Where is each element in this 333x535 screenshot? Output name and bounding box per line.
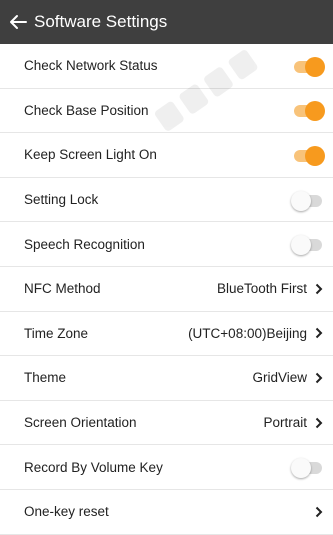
setting-row-record-by-volume-key[interactable]: Record By Volume Key bbox=[0, 445, 333, 490]
chevron-right-icon bbox=[313, 416, 325, 430]
setting-label: Check Network Status bbox=[24, 58, 158, 74]
app-bar: Software Settings bbox=[0, 0, 333, 44]
time-zone-value: (UTC+08:00)Beijing bbox=[188, 325, 307, 341]
setting-row-speech-recognition[interactable]: Speech Recognition bbox=[0, 222, 333, 267]
setting-row-check-base-position[interactable]: Check Base Position bbox=[0, 89, 333, 134]
setting-row-one-key-reset[interactable]: One-key reset bbox=[0, 490, 333, 535]
page-title: Software Settings bbox=[34, 12, 168, 31]
theme-value: GridView bbox=[252, 370, 307, 386]
setting-label: Check Base Position bbox=[24, 102, 149, 118]
setting-label: Record By Volume Key bbox=[24, 459, 163, 475]
setting-label: One-key reset bbox=[24, 504, 109, 520]
setting-label: NFC Method bbox=[24, 281, 101, 297]
chevron-right-icon bbox=[313, 326, 325, 340]
chevron-right-icon bbox=[313, 371, 325, 385]
software-settings-screen: Software Settings Check Network Status C… bbox=[0, 0, 333, 535]
setting-row-time-zone[interactable]: Time Zone (UTC+08:00)Beijing bbox=[0, 312, 333, 357]
setting-label: Theme bbox=[24, 370, 67, 386]
setting-row-keep-screen-light-on[interactable]: Keep Screen Light On bbox=[0, 133, 333, 178]
screen-orientation-value: Portrait bbox=[263, 415, 307, 431]
back-button[interactable] bbox=[4, 14, 32, 30]
setting-row-screen-orientation[interactable]: Screen Orientation Portrait bbox=[0, 401, 333, 446]
nfc-method-value: BlueTooth First bbox=[216, 281, 307, 297]
chevron-right-icon bbox=[313, 282, 325, 296]
chevron-right-icon bbox=[313, 505, 325, 519]
setting-label: Keep Screen Light On bbox=[24, 147, 157, 163]
setting-row-nfc-method[interactable]: NFC Method BlueTooth First bbox=[0, 267, 333, 312]
setting-label: Time Zone bbox=[24, 325, 89, 341]
setting-lock-toggle[interactable] bbox=[291, 189, 325, 211]
keep-screen-light-on-toggle[interactable] bbox=[291, 144, 325, 166]
setting-row-setting-lock[interactable]: Setting Lock bbox=[0, 178, 333, 223]
speech-recognition-toggle[interactable] bbox=[291, 233, 325, 256]
settings-list: Check Network Status Check Base Position… bbox=[0, 44, 333, 535]
setting-label: Setting Lock bbox=[24, 192, 99, 208]
setting-label: Speech Recognition bbox=[24, 236, 145, 252]
setting-row-theme[interactable]: Theme GridView bbox=[0, 356, 333, 401]
check-network-status-toggle[interactable] bbox=[291, 55, 325, 77]
check-base-position-toggle[interactable] bbox=[291, 99, 325, 122]
setting-row-check-network-status[interactable]: Check Network Status bbox=[0, 44, 333, 89]
arrow-left-icon bbox=[10, 15, 27, 29]
setting-label: Screen Orientation bbox=[24, 415, 137, 431]
record-by-volume-key-toggle[interactable] bbox=[291, 456, 325, 479]
